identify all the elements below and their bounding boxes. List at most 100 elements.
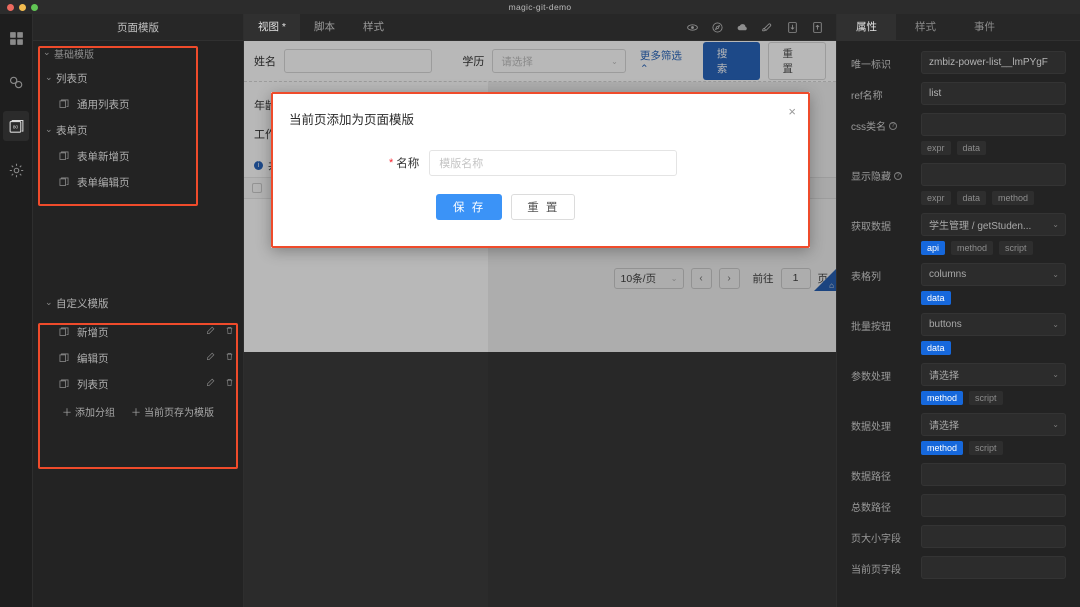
name-input[interactable] [284, 49, 433, 73]
row-actions [206, 352, 234, 364]
tab-script[interactable]: 脚本 [300, 14, 349, 41]
property-row: ref名称 list [851, 82, 1066, 105]
page-icon [59, 177, 72, 187]
property-tag-method[interactable]: method [921, 391, 964, 405]
chevron-down-icon: ⌄ [1052, 370, 1059, 379]
property-label: 批量按钮 [851, 313, 921, 333]
tab-events[interactable]: 事件 [955, 14, 1014, 41]
property-tag-script[interactable]: script [999, 241, 1033, 255]
property-label-text: 批量按钮 [851, 322, 891, 333]
property-tag-api[interactable]: api [921, 241, 946, 255]
cloud-icon[interactable] [730, 14, 755, 41]
property-tag-method[interactable]: method [951, 241, 994, 255]
property-input[interactable] [921, 163, 1066, 186]
delete-icon[interactable] [225, 378, 234, 390]
property-input[interactable] [921, 556, 1066, 579]
sidebar-item-form-create-page[interactable]: 表单新增页 [33, 143, 243, 169]
property-tag-row: api method script [921, 241, 1066, 255]
property-tag-method[interactable]: method [992, 191, 1035, 205]
sidebar-item-create-page[interactable]: 新增页 [33, 319, 243, 345]
property-label-text: 唯一标识 [851, 60, 891, 71]
education-select[interactable]: 请选择 ⌄ [492, 49, 626, 73]
search-button[interactable]: 搜 索 [702, 42, 761, 80]
property-control: expr data method [921, 163, 1066, 205]
property-input[interactable] [921, 463, 1066, 486]
pages-icon[interactable]: 80 [3, 111, 29, 141]
property-input[interactable]: list [921, 82, 1066, 105]
link-icon[interactable] [3, 67, 29, 97]
property-value: buttons [929, 319, 962, 330]
property-input[interactable]: zmbiz-power-list__lmPYgF [921, 51, 1066, 74]
property-value: 请选择 [929, 421, 959, 432]
property-row: 总数路径 [851, 494, 1066, 517]
edit-icon[interactable] [206, 378, 215, 390]
sidebar-group-form-page-label: 表单页 [56, 124, 88, 137]
property-control: columns ⌄ data [921, 263, 1066, 305]
property-tag-script[interactable]: script [969, 391, 1003, 405]
property-select[interactable]: columns ⌄ [921, 263, 1066, 286]
save-current-label: 当前页存为模版 [144, 407, 214, 419]
page-icon [59, 151, 72, 161]
preview-icon[interactable] [705, 14, 730, 41]
tab-styles[interactable]: 样式 [896, 14, 955, 41]
help-icon[interactable]: ? [894, 171, 902, 180]
sidebar-group-list-page[interactable]: ⌄ 列表页 [33, 65, 243, 91]
close-icon[interactable]: × [788, 105, 796, 118]
property-label-text: 表格列 [851, 272, 881, 283]
property-control: expr data [921, 113, 1066, 155]
sidebar-item-list-page-custom[interactable]: 列表页 [33, 371, 243, 397]
property-input[interactable] [921, 113, 1066, 136]
gear-icon[interactable] [3, 155, 29, 185]
edit-icon[interactable] [206, 352, 215, 364]
tab-style[interactable]: 样式 [349, 14, 398, 41]
property-input[interactable] [921, 525, 1066, 548]
modal-save-button[interactable]: 保 存 [436, 194, 503, 220]
property-select[interactable]: 请选择 ⌄ [921, 413, 1066, 436]
row-actions [206, 378, 234, 390]
edit-icon[interactable] [206, 326, 215, 338]
add-group-button[interactable]: ＋添加分组 [62, 404, 115, 419]
export-icon[interactable] [805, 14, 830, 41]
reset-button[interactable]: 重 置 [768, 42, 827, 80]
delete-icon[interactable] [225, 326, 234, 338]
property-select[interactable]: 学生管理 / getStuden... ⌄ [921, 213, 1066, 236]
more-filter-link[interactable]: 更多筛选 ⌃ [640, 48, 693, 75]
sidebar-item-edit-page[interactable]: 编辑页 [33, 345, 243, 371]
grid-icon[interactable] [3, 23, 29, 53]
property-label: 表格列 [851, 263, 921, 283]
property-tag-data[interactable]: data [921, 341, 951, 355]
sidebar-group-custom[interactable]: ⌄ 自定义模版 [33, 290, 243, 316]
tab-attributes[interactable]: 属性 [837, 14, 896, 41]
sidebar-item-form-edit-page[interactable]: 表单编辑页 [33, 169, 243, 195]
title-bar: magic-git-demo [0, 0, 1080, 14]
brush-icon[interactable] [755, 14, 780, 41]
sidebar-item-label: 新增页 [77, 326, 109, 339]
row-actions [206, 326, 234, 338]
basic-template-group: ⌄ 基础模版 ⌄ 列表页 通用列表页 ⌄ 表单页 表单新增页 表单编辑页 [33, 41, 243, 195]
property-select[interactable]: buttons ⌄ [921, 313, 1066, 336]
sidebar-group-basic[interactable]: ⌄ 基础模版 [33, 41, 243, 65]
property-tag-expr[interactable]: expr [921, 141, 951, 155]
property-tag-data[interactable]: data [921, 291, 951, 305]
save-current-as-template-button[interactable]: ＋当前页存为模版 [131, 404, 214, 419]
delete-icon[interactable] [225, 352, 234, 364]
property-tag-method[interactable]: method [921, 441, 964, 455]
property-tag-expr[interactable]: expr [921, 191, 951, 205]
property-tag-script[interactable]: script [969, 441, 1003, 455]
tab-view[interactable]: 视图 * [244, 13, 301, 41]
chevron-down-icon: ⌄ [1052, 320, 1059, 329]
window-title: magic-git-demo [508, 2, 572, 12]
help-icon[interactable]: ? [889, 121, 897, 130]
property-tag-data[interactable]: data [956, 141, 987, 155]
sidebar-item-common-list-page[interactable]: 通用列表页 [33, 91, 243, 117]
canvas-toolbar: 视图 * 脚本 样式 [244, 13, 836, 41]
property-tag-data[interactable]: data [956, 191, 987, 205]
property-input[interactable] [921, 494, 1066, 517]
modal-reset-button[interactable]: 重 置 [511, 194, 576, 220]
template-sidebar: 页面模版 ⌄ 基础模版 ⌄ 列表页 通用列表页 ⌄ 表单页 表单新增页 表单编辑… [33, 14, 244, 607]
import-icon[interactable] [780, 14, 805, 41]
sidebar-group-form-page[interactable]: ⌄ 表单页 [33, 117, 243, 143]
template-name-input[interactable]: 模版名称 [429, 150, 678, 176]
property-select[interactable]: 请选择 ⌄ [921, 363, 1066, 386]
eye-icon[interactable] [680, 14, 705, 41]
